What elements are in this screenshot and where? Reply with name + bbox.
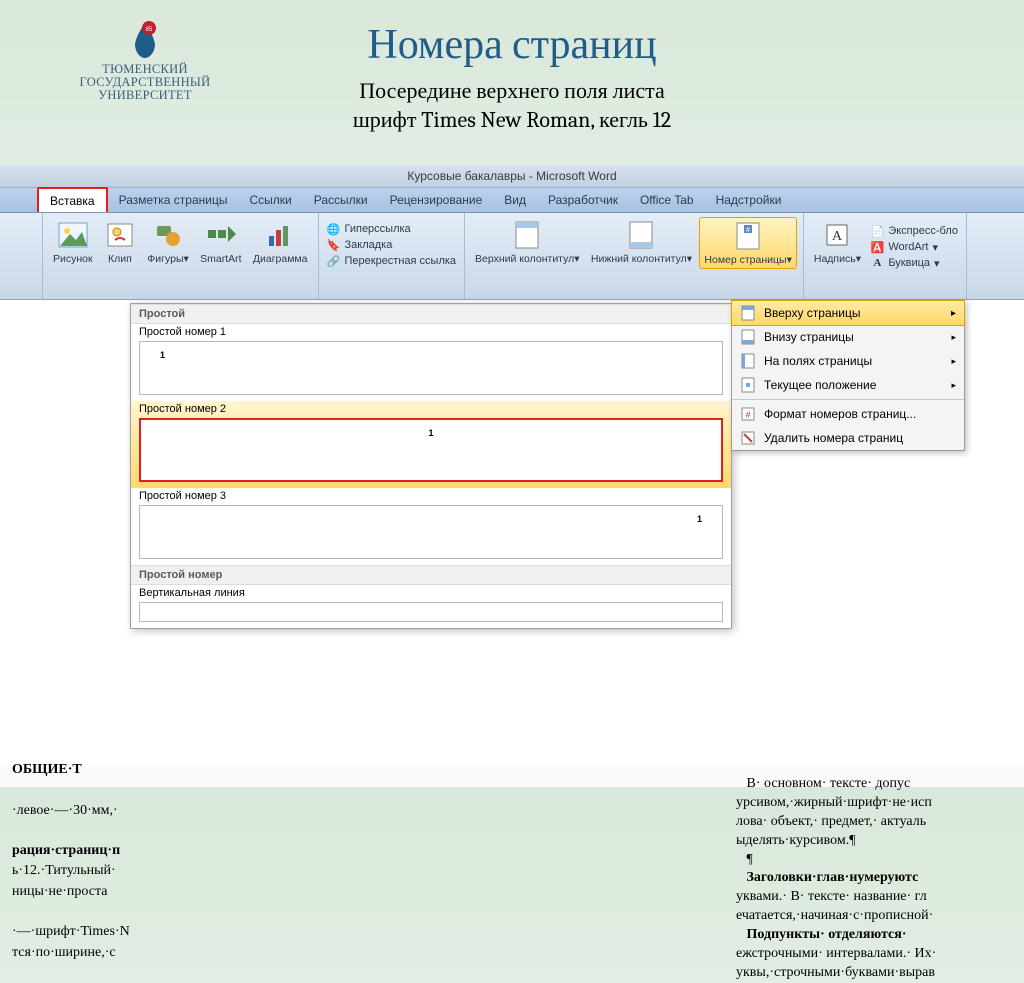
gallery-item-vertical[interactable]: Вертикальная линия (131, 585, 731, 628)
dropcap-button[interactable]: AБуквица▾ (868, 255, 960, 271)
tab-mailings[interactable]: Рассылки (303, 188, 379, 212)
crossref-icon: 🔗 (327, 254, 341, 268)
format-icon: # (740, 406, 756, 422)
gallery-item-2[interactable]: Простой номер 2 1 (131, 401, 731, 488)
globe-icon: 🌐 (327, 222, 341, 236)
tab-page-layout[interactable]: Разметка страницы (108, 188, 239, 212)
picture-button[interactable]: Рисунок (49, 217, 97, 267)
bookmark-button[interactable]: 🔖Закладка (325, 237, 459, 253)
menu-remove-numbers[interactable]: Удалить номера страниц (732, 426, 964, 450)
menu-page-margins[interactable]: На полях страницы▸ (732, 349, 964, 373)
tab-view[interactable]: Вид (493, 188, 537, 212)
remove-icon (740, 430, 756, 446)
smartart-button[interactable]: SmartArt (196, 217, 245, 267)
block-icon: 📄 (870, 224, 884, 238)
page-margin-icon (740, 353, 756, 369)
textbox-button[interactable]: AНадпись▾ (810, 217, 865, 267)
logo-line1: ТЮМЕНСКИЙ ГОСУДАРСТВЕННЫЙ (35, 63, 255, 89)
menu-format-numbers[interactable]: #Формат номеров страниц... (732, 402, 964, 426)
express-button[interactable]: 📄Экспресс-бло (868, 223, 960, 239)
svg-text:#: # (745, 410, 750, 420)
menu-bottom-of-page[interactable]: Внизу страницы▸ (732, 325, 964, 349)
gallery-item-3[interactable]: Простой номер 3 1 (131, 488, 731, 565)
logo-line2: УНИВЕРСИТЕТ (35, 89, 255, 102)
tab-developer[interactable]: Разработчик (537, 188, 629, 212)
wordart-button[interactable]: 🅰️WordArt▾ (868, 239, 960, 255)
group-links: 🌐Гиперссылка 🔖Закладка 🔗Перекрестная ссы… (319, 213, 466, 299)
wordart-icon: 🅰️ (870, 240, 884, 254)
clip-button[interactable]: Клип (100, 217, 140, 267)
gallery-header-2: Простой номер (131, 565, 731, 585)
svg-text:85: 85 (146, 27, 153, 33)
menu-top-of-page[interactable]: Вверху страницы (731, 300, 965, 326)
page-top-icon (740, 305, 756, 321)
cursor-icon (740, 377, 756, 393)
menu-current-position[interactable]: Текущее положение▸ (732, 373, 964, 397)
page-number-button[interactable]: #Номер страницы▾ (699, 217, 796, 269)
dropcap-icon: A (870, 256, 884, 270)
ribbon: Рисунок Клип Фигуры▾ SmartArt Диаграмма … (0, 213, 1024, 300)
shapes-button[interactable]: Фигуры▾ (143, 217, 192, 267)
svg-text:#: # (746, 227, 750, 234)
svg-text:A: A (832, 229, 843, 244)
page-number-menu: Вверху страницы Внизу страницы▸ На полях… (731, 300, 965, 451)
gallery-item-1[interactable]: Простой номер 1 1 (131, 324, 731, 401)
tab-review[interactable]: Рецензирование (379, 188, 494, 212)
ribbon-tabs: Вставка Разметка страницы Ссылки Рассылк… (0, 187, 1024, 213)
crossref-button[interactable]: 🔗Перекрестная ссылка (325, 253, 459, 269)
header-button[interactable]: Верхний колонтитул▾ (471, 217, 584, 267)
tab-references[interactable]: Ссылки (238, 188, 302, 212)
group-header-footer: Верхний колонтитул▾ Нижний колонтитул▾ #… (465, 213, 804, 299)
doc-right-fragment: В· основном· тексте· допус урсивом,·жирн… (736, 775, 1016, 983)
hyperlink-button[interactable]: 🌐Гиперссылка (325, 221, 459, 237)
bookmark-icon: 🔖 (327, 238, 341, 252)
footer-button[interactable]: Нижний колонтитул▾ (587, 217, 696, 267)
doc-left-fragment: ОБЩИЕ·Т ·левое·—·30·мм,· рация·страниц·п… (12, 760, 162, 963)
group-illustrations: Рисунок Клип Фигуры▾ SmartArt Диаграмма (43, 213, 319, 299)
gallery-header-simple: Простой (131, 304, 731, 324)
university-logo: 85 ТЮМЕНСКИЙ ГОСУДАРСТВЕННЫЙУНИВЕРСИТЕТ (35, 20, 255, 102)
page-number-gallery: Простой Простой номер 1 1 Простой номер … (130, 303, 732, 629)
tab-insert[interactable]: Вставка (37, 187, 108, 212)
tab-addins[interactable]: Надстройки (705, 188, 793, 212)
tab-office[interactable]: Office Tab (629, 188, 705, 212)
group-text: AНадпись▾ 📄Экспресс-бло 🅰️WordArt▾ AБукв… (804, 213, 967, 299)
chart-button[interactable]: Диаграмма (249, 217, 312, 267)
window-title: Курсовые бакалавры - Microsoft Word (0, 165, 1024, 187)
page-bottom-icon (740, 329, 756, 345)
